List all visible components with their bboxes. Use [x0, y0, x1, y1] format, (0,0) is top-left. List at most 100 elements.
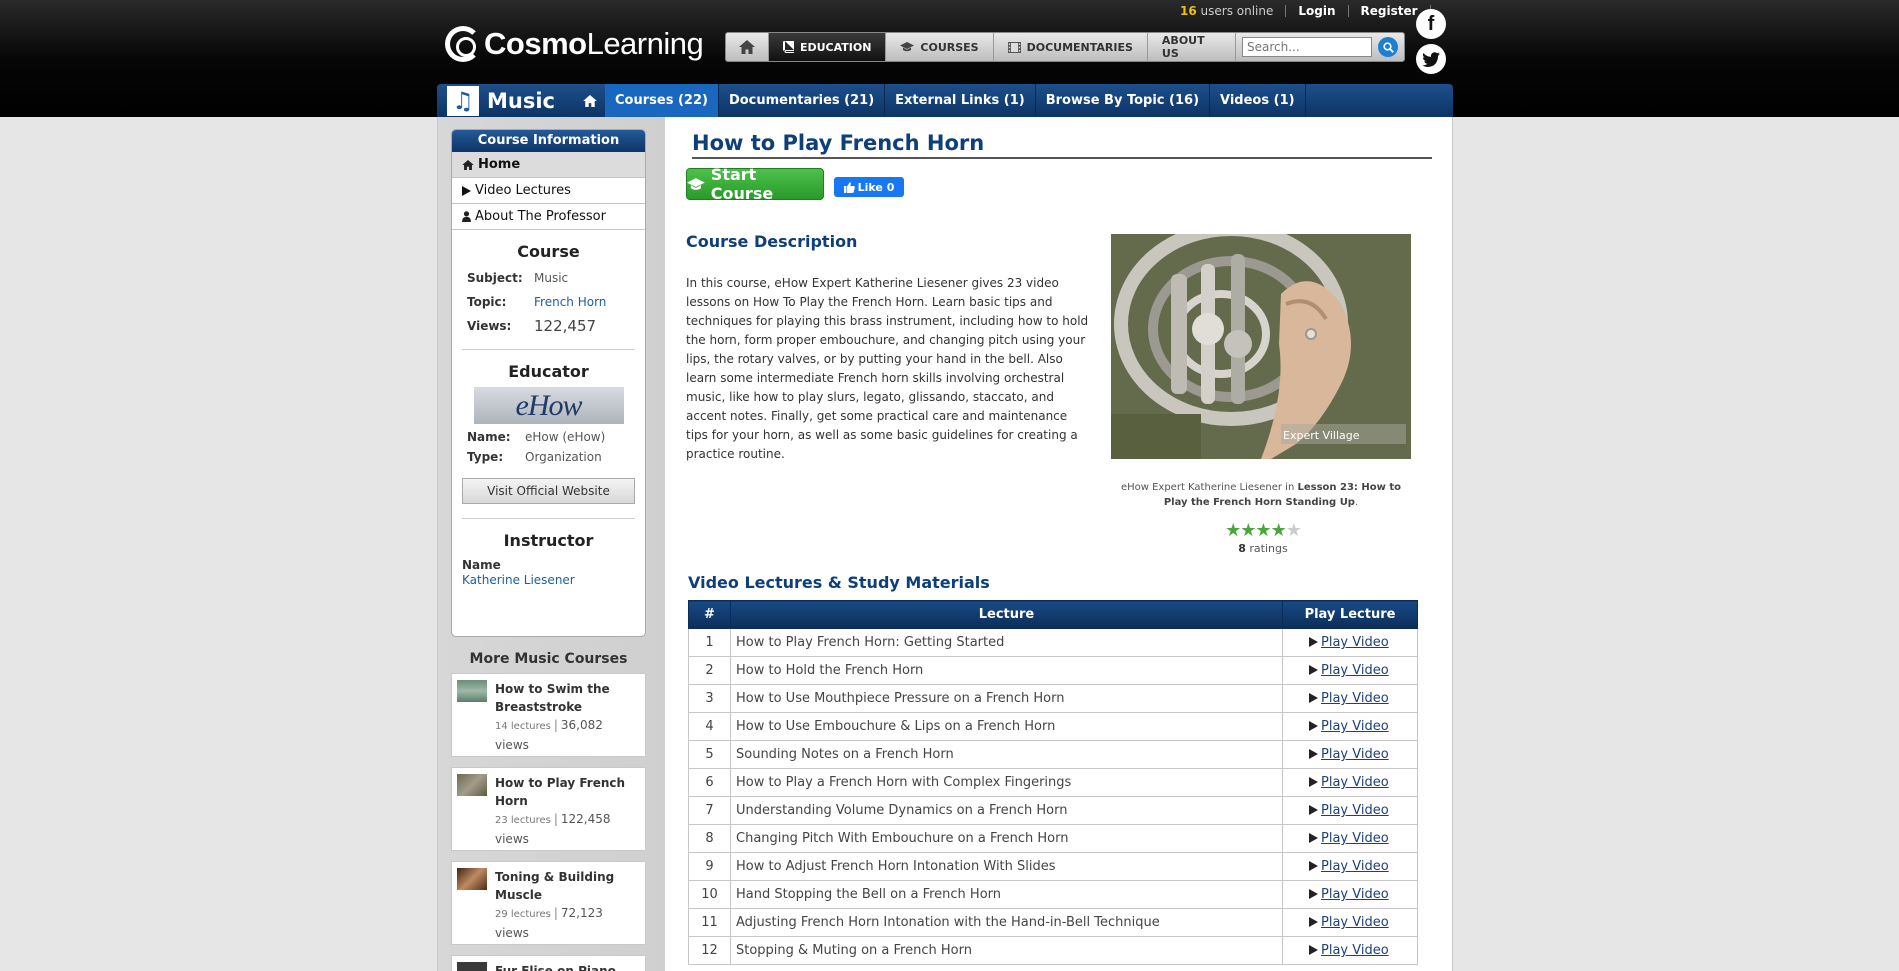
- login-link[interactable]: Login: [1298, 4, 1335, 18]
- lecture-title: How to Adjust French Horn Intonation Wit…: [730, 852, 1283, 881]
- lecture-title: How to Play a French Horn with Complex F…: [730, 768, 1283, 797]
- ratings-unit: ratings: [1249, 542, 1288, 555]
- more-course-title: Fur Elise on Piano: [495, 964, 616, 971]
- play-video-link[interactable]: Play Video: [1321, 663, 1389, 678]
- lecture-title: Adjusting French Horn Intonation with th…: [730, 908, 1283, 937]
- nav-documentaries[interactable]: DOCUMENTARIES: [994, 33, 1148, 61]
- star-empty-icon[interactable]: ★: [1286, 520, 1302, 541]
- more-course-item[interactable]: Toning & Building Muscle 29 lectures | 72,…: [451, 861, 646, 945]
- image-caption: eHow Expert Katherine Liesener in Lesson…: [1111, 480, 1411, 510]
- play-video-link[interactable]: Play Video: [1321, 943, 1389, 958]
- sidebar-item-home[interactable]: Home: [452, 152, 645, 178]
- play-video-link[interactable]: Play Video: [1321, 719, 1389, 734]
- star-filled-icon[interactable]: ★: [1271, 520, 1287, 541]
- educator-name-row: Name: eHow (eHow): [452, 430, 645, 444]
- facebook-like-button[interactable]: Like 0: [834, 177, 904, 197]
- sidebar-item-about-professor[interactable]: About The Professor: [452, 204, 645, 230]
- star-filled-icon[interactable]: ★: [1225, 520, 1241, 541]
- graduation-cap-icon: [900, 42, 915, 52]
- facebook-icon[interactable]: f: [1416, 9, 1446, 39]
- search-input[interactable]: [1242, 37, 1372, 57]
- play-cell: Play Video: [1282, 684, 1418, 713]
- nav-courses-label: COURSES: [920, 40, 979, 54]
- topic-link[interactable]: French Horn: [534, 295, 606, 309]
- instructor-name-link[interactable]: Katherine Liesener: [452, 573, 645, 587]
- lecture-count: 14 lectures: [495, 721, 551, 732]
- star-filled-icon[interactable]: ★: [1240, 520, 1256, 541]
- star-filled-icon[interactable]: ★: [1255, 520, 1271, 541]
- nav-courses[interactable]: COURSES: [886, 33, 994, 61]
- lecture-number: 10: [688, 880, 731, 909]
- page-title: How to Play French Horn: [692, 131, 1432, 159]
- table-row: 10 Hand Stopping the Bell on a French Hor…: [688, 880, 1418, 909]
- video-lectures-heading: Video Lectures & Study Materials: [688, 573, 990, 592]
- film-icon: [1007, 41, 1021, 53]
- play-video-link[interactable]: Play Video: [1321, 747, 1389, 762]
- lecture-number: 7: [688, 796, 731, 825]
- table-row: 6 How to Play a French Horn with Complex …: [688, 768, 1418, 797]
- play-video-link[interactable]: Play Video: [1321, 691, 1389, 706]
- course-description: In this course, eHow Expert Katherine Li…: [686, 276, 1089, 461]
- play-video-link[interactable]: Play Video: [1321, 915, 1389, 930]
- play-cell: Play Video: [1282, 768, 1418, 797]
- music-note-icon: ♫: [447, 86, 479, 116]
- more-course-title: Toning & Building Muscle: [495, 870, 615, 902]
- rating-stars[interactable]: ★★★★★: [1213, 520, 1313, 541]
- table-row: 12 Stopping & Muting on a French Horn Play…: [688, 936, 1418, 965]
- educator-type-row: Type: Organization: [452, 450, 645, 464]
- image-watermark: Expert Village: [1283, 429, 1360, 442]
- visit-website-button[interactable]: Visit Official Website: [462, 478, 635, 504]
- more-course-item[interactable]: How to Play French Horn 23 lectures | 122,…: [451, 767, 646, 851]
- more-course-item[interactable]: Fur Elise on Piano: [451, 955, 646, 971]
- more-course-item[interactable]: How to Swim the Breaststroke 14 lectures…: [451, 673, 646, 757]
- play-video-link[interactable]: Play Video: [1321, 775, 1389, 790]
- play-cell: Play Video: [1282, 796, 1418, 825]
- play-cell: Play Video: [1282, 852, 1418, 881]
- graduation-cap-icon: [687, 177, 705, 190]
- play-video-link[interactable]: Play Video: [1321, 635, 1389, 650]
- course-image[interactable]: Expert Village: [1111, 234, 1411, 459]
- tab-videos[interactable]: Videos (1): [1210, 84, 1306, 117]
- lecture-title: Sounding Notes on a French Horn: [730, 740, 1283, 769]
- play-video-link[interactable]: Play Video: [1321, 803, 1389, 818]
- educator-logo[interactable]: eHow: [473, 387, 624, 424]
- educator-heading: Educator: [508, 362, 589, 381]
- lecture-title: How to Use Embouchure & Lips on a French…: [730, 712, 1283, 741]
- sidebar-item-video-lectures[interactable]: Video Lectures: [452, 178, 645, 204]
- table-row: 8 Changing Pitch With Embouchure on a Fre…: [688, 824, 1418, 853]
- play-icon: [462, 185, 471, 196]
- tab-browse-by-topic[interactable]: Browse By Topic (16): [1036, 84, 1211, 117]
- course-thumbnail: [457, 962, 487, 971]
- logo-icon: [445, 26, 481, 62]
- lecture-number: 12: [688, 936, 731, 965]
- twitter-icon[interactable]: [1416, 44, 1446, 74]
- play-cell: Play Video: [1282, 908, 1418, 937]
- nav-about-us[interactable]: ABOUT US: [1148, 33, 1236, 61]
- search-icon: [1382, 41, 1394, 53]
- users-online-count: 16: [1180, 4, 1197, 18]
- tab-documentaries[interactable]: Documentaries (21): [719, 84, 886, 117]
- lecture-number: 3: [688, 684, 731, 713]
- table-row: 3 How to Use Mouthpiece Pressure on a Fre…: [688, 684, 1418, 713]
- views-key: Views:: [467, 319, 512, 333]
- table-row: 9 How to Adjust French Horn Intonation Wi…: [688, 852, 1418, 881]
- tab-external-links[interactable]: External Links (1): [885, 84, 1036, 117]
- lecture-count: 23 lectures: [495, 815, 551, 826]
- search-button[interactable]: [1378, 37, 1398, 57]
- play-video-link[interactable]: Play Video: [1321, 887, 1389, 902]
- lecture-title: Understanding Volume Dynamics on a Frenc…: [730, 796, 1283, 825]
- play-video-link[interactable]: Play Video: [1321, 859, 1389, 874]
- educator-type-value: Organization: [525, 450, 602, 464]
- play-video-link[interactable]: Play Video: [1321, 831, 1389, 846]
- register-link[interactable]: Register: [1361, 4, 1418, 18]
- lecture-title: Stopping & Muting on a French Horn: [730, 936, 1283, 965]
- nav-home[interactable]: [726, 33, 769, 61]
- play-icon: [1309, 945, 1318, 955]
- site-logo[interactable]: Cosmo Learning: [445, 26, 704, 62]
- sidebar-item-label: Home: [478, 157, 521, 172]
- subject-home-button[interactable]: [575, 84, 605, 117]
- play-icon: [1309, 721, 1318, 731]
- tab-courses[interactable]: Courses (22): [605, 84, 719, 117]
- nav-education[interactable]: EDUCATION: [768, 33, 887, 61]
- start-course-button[interactable]: Start Course: [686, 165, 824, 203]
